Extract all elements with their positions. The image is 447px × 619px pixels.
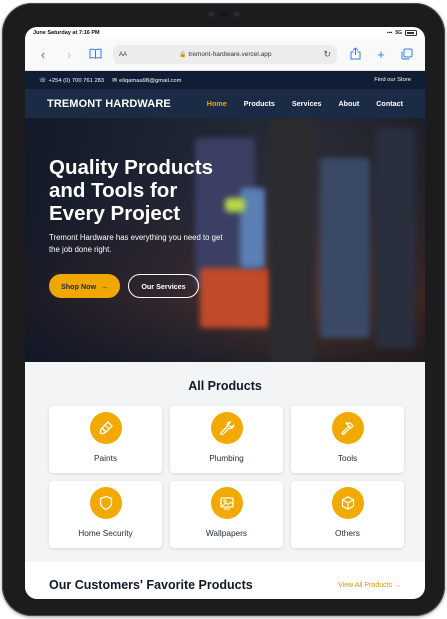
phone-icon: ☏ bbox=[39, 77, 47, 84]
navbar: TREMONT HARDWARE Home Products Services … bbox=[25, 89, 425, 118]
nav-links: Home Products Services About Contact bbox=[207, 99, 403, 108]
signal-icon: ▪▪▪ bbox=[387, 30, 393, 36]
product-card-wallpapers[interactable]: Wallpapers bbox=[170, 481, 283, 548]
status-time: June Saturday at 7:16 PM bbox=[33, 30, 100, 36]
products-title: All Products bbox=[188, 379, 262, 393]
text-size-button[interactable]: AA bbox=[119, 52, 127, 58]
product-card-home-security[interactable]: Home Security bbox=[49, 481, 162, 548]
address-bar[interactable]: AA 🔒 tremont-hardware.vercel.app ↻ bbox=[113, 45, 337, 64]
favorites-header: Our Customers' Favorite Products View Al… bbox=[25, 562, 425, 592]
mail-icon: ✉ bbox=[112, 77, 118, 84]
shop-now-button[interactable]: Shop Now → bbox=[49, 274, 121, 298]
products-section: All Products Paints Plumbing Tools Home … bbox=[25, 362, 425, 562]
reload-icon[interactable]: ↻ bbox=[323, 49, 331, 60]
view-all-link[interactable]: View All Products → bbox=[338, 582, 401, 589]
network-label: 5G bbox=[395, 30, 402, 36]
nav-contact[interactable]: Contact bbox=[376, 99, 403, 108]
phone-number[interactable]: +254 (0) 700 761 283 bbox=[49, 78, 105, 84]
box-icon bbox=[331, 487, 364, 519]
lock-icon: 🔒 bbox=[178, 52, 187, 58]
hero-bg-shelf bbox=[375, 128, 415, 348]
hero-bg-pillar bbox=[270, 118, 315, 362]
product-card-tools[interactable]: Tools bbox=[291, 406, 404, 473]
new-tab-icon[interactable]: + bbox=[373, 48, 389, 61]
camera bbox=[208, 11, 239, 18]
hero-content: Quality Products and Tools for Every Pro… bbox=[49, 156, 229, 298]
share-icon[interactable] bbox=[347, 47, 363, 62]
bookmarks-icon[interactable] bbox=[87, 48, 103, 61]
browser-toolbar: ‹ › AA 🔒 tremont-hardware.vercel.app ↻ + bbox=[25, 39, 425, 71]
arrow-right-icon: → bbox=[101, 281, 109, 291]
product-card-plumbing[interactable]: Plumbing bbox=[170, 406, 283, 473]
hero-title: Quality Products and Tools for Every Pro… bbox=[49, 156, 214, 225]
forward-icon[interactable]: › bbox=[61, 48, 77, 61]
shield-icon bbox=[89, 487, 122, 519]
wrench-icon bbox=[210, 412, 243, 444]
hero-subtitle: Tremont Hardware has everything you need… bbox=[49, 233, 223, 254]
email-address[interactable]: eliqamaa98@gmail.com bbox=[119, 78, 181, 84]
back-icon[interactable]: ‹ bbox=[35, 48, 51, 61]
status-bar: June Saturday at 7:16 PM ▪▪▪ 5G bbox=[25, 27, 425, 39]
hammer-icon bbox=[331, 412, 364, 444]
brand-logo[interactable]: TREMONT HARDWARE bbox=[47, 98, 207, 110]
tabs-icon[interactable] bbox=[399, 48, 415, 62]
nav-products[interactable]: Products bbox=[244, 99, 275, 108]
find-store-link[interactable]: Find our Store bbox=[374, 77, 411, 83]
ipad-frame: June Saturday at 7:16 PM ▪▪▪ 5G ‹ › AA 🔒… bbox=[2, 3, 445, 616]
favorites-title: Our Customers' Favorite Products bbox=[49, 578, 253, 592]
hero-banner: Quality Products and Tools for Every Pro… bbox=[25, 118, 425, 362]
nav-home[interactable]: Home bbox=[207, 99, 227, 108]
screen: June Saturday at 7:16 PM ▪▪▪ 5G ‹ › AA 🔒… bbox=[25, 27, 425, 599]
product-card-others[interactable]: Others bbox=[291, 481, 404, 548]
product-grid: Paints Plumbing Tools Home Security Wall… bbox=[49, 406, 404, 548]
hero-bg-shelf bbox=[320, 158, 370, 338]
paintbrush-icon bbox=[89, 412, 122, 444]
url-text: tremont-hardware.vercel.app bbox=[188, 51, 272, 58]
contact-bar: ☏ +254 (0) 700 761 283 ✉ eliqamaa98@gmail.… bbox=[25, 71, 425, 89]
nav-about[interactable]: About bbox=[338, 99, 359, 108]
nav-services[interactable]: Services bbox=[292, 99, 322, 108]
arrow-right-icon: → bbox=[394, 582, 401, 589]
battery-icon bbox=[405, 30, 417, 36]
image-icon bbox=[210, 487, 243, 519]
our-services-button[interactable]: Our Services bbox=[128, 274, 199, 298]
product-card-paints[interactable]: Paints bbox=[49, 406, 162, 473]
